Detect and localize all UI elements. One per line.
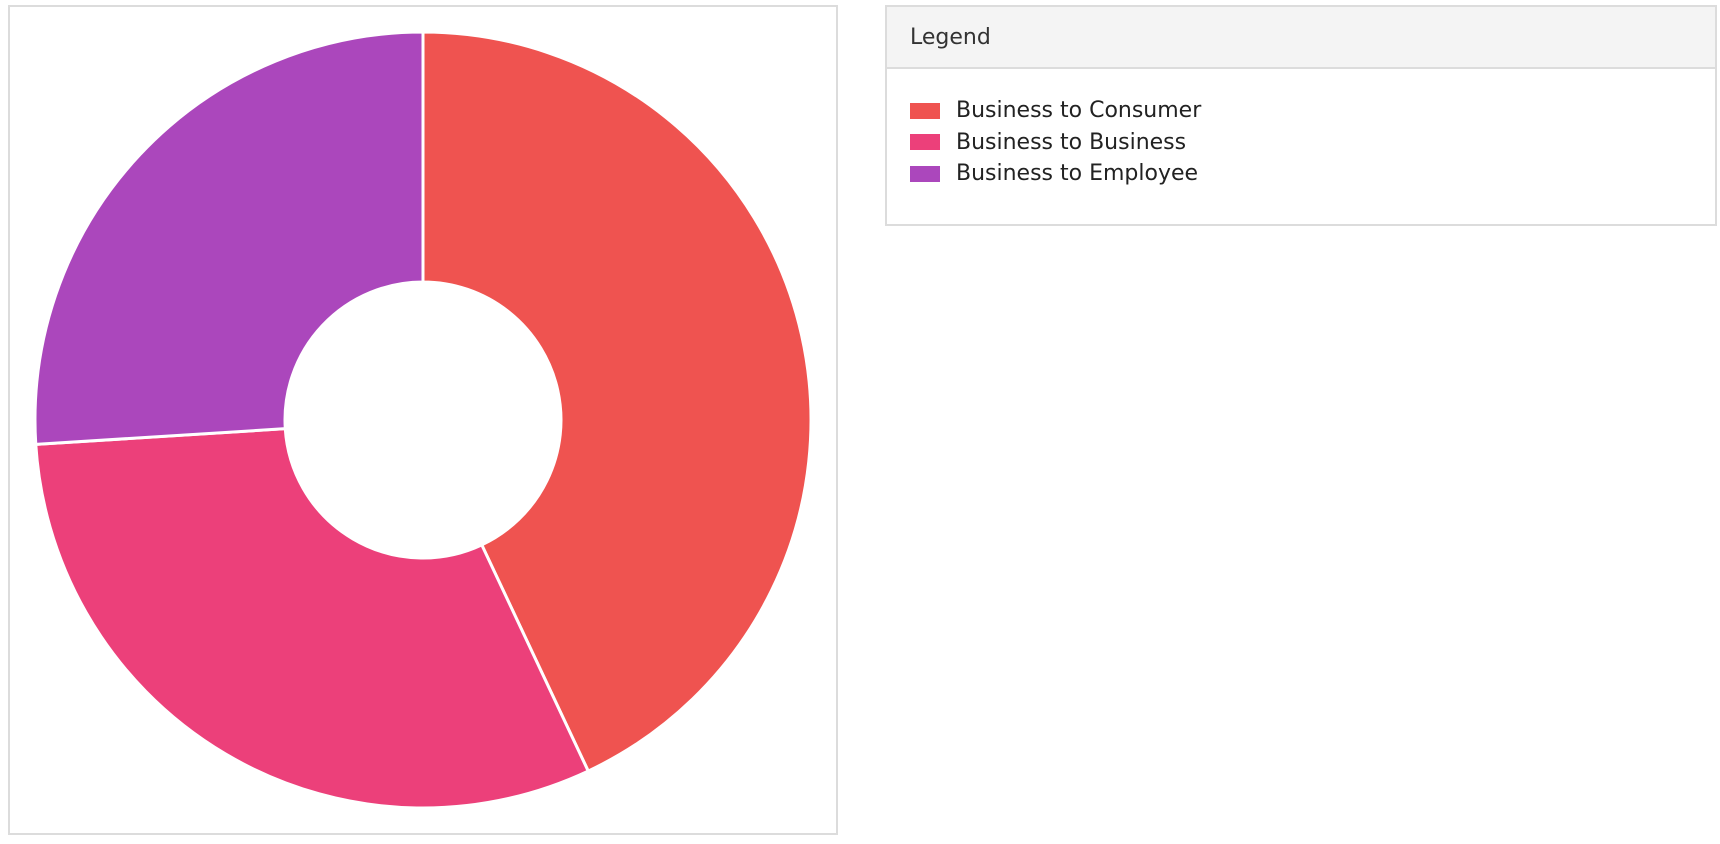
legend-header: Legend: [887, 7, 1715, 69]
legend-label: Business to Business: [956, 129, 1187, 155]
legend-item-business-to-employee[interactable]: Business to Employee: [910, 158, 1715, 190]
legend-title: Legend: [910, 24, 991, 50]
legend-list: Business to Consumer Business to Busines…: [887, 69, 1715, 190]
legend-item-business-to-business[interactable]: Business to Business: [910, 127, 1715, 159]
legend-item-business-to-consumer[interactable]: Business to Consumer: [910, 95, 1715, 127]
legend-panel: Legend Business to Consumer Business to …: [885, 5, 1717, 226]
legend-swatch: [910, 102, 940, 119]
legend-label: Business to Employee: [956, 161, 1199, 187]
legend-swatch: [910, 165, 940, 182]
legend-swatch: [910, 134, 940, 151]
donut-chart-panel: [8, 5, 838, 835]
donut-slice-business-to-employee[interactable]: [33, 30, 425, 446]
legend-label: Business to Consumer: [956, 98, 1202, 124]
donut-slice-business-to-business[interactable]: [34, 427, 590, 810]
donut-chart: [33, 30, 813, 810]
